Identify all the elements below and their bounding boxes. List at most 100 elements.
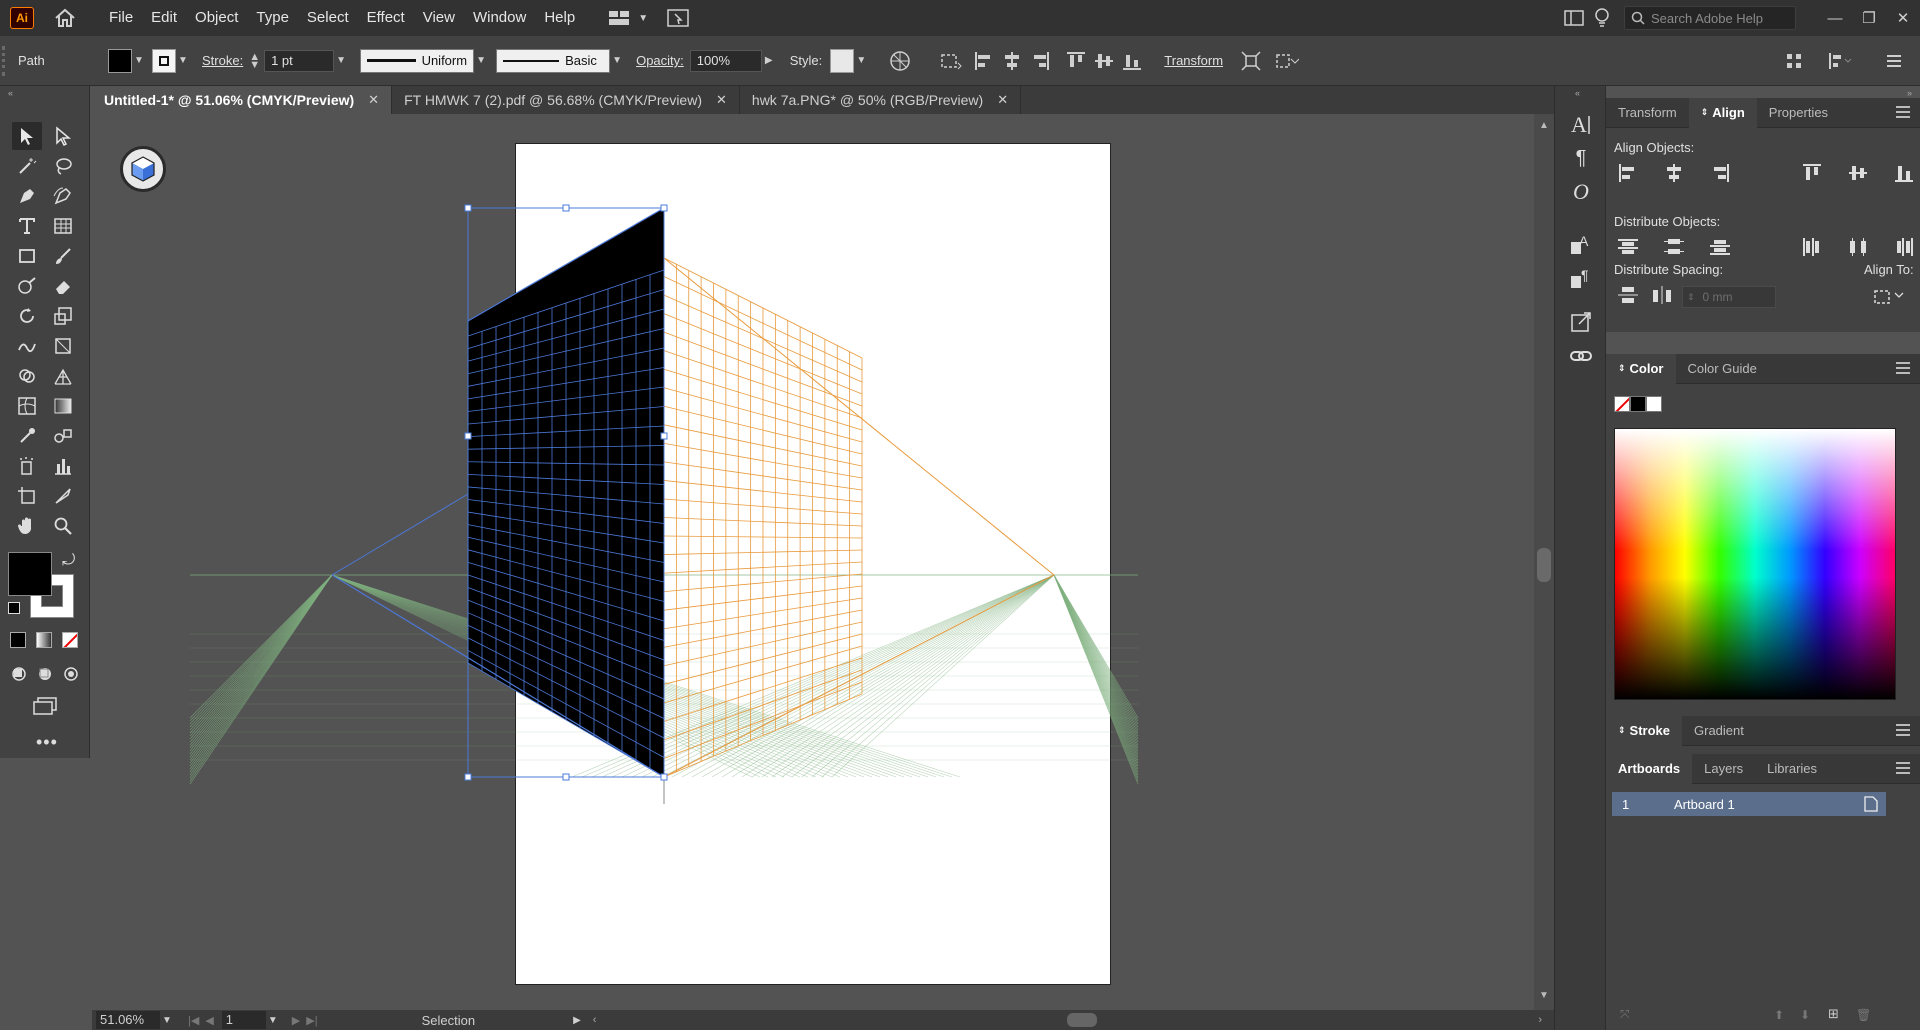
profile-chevron[interactable]: ▼ <box>474 55 488 66</box>
menu-window[interactable]: Window <box>464 0 535 36</box>
paragraph-panel-icon[interactable]: ¶ <box>1567 144 1595 172</box>
vertical-scrollbar[interactable]: ▲ ▼ <box>1534 114 1554 1010</box>
menu-help[interactable]: Help <box>535 0 584 36</box>
selection-tool-icon[interactable] <box>12 122 42 150</box>
brush-chevron[interactable]: ▼ <box>610 55 624 66</box>
gradient-tool-icon[interactable] <box>48 392 78 420</box>
opacity-arrow[interactable]: ▶ <box>762 55 776 66</box>
black-swatch[interactable] <box>1630 396 1646 412</box>
vertical-align-top-icon[interactable] <box>1798 160 1826 186</box>
stroke-swatch[interactable] <box>152 48 176 73</box>
minimize-icon[interactable]: — <box>1818 10 1852 27</box>
fill-color-swatch[interactable] <box>8 552 52 596</box>
stroke-stepper-icon[interactable]: ▲ ▼ <box>249 51 260 70</box>
menu-object[interactable]: Object <box>186 0 247 36</box>
swap-fill-stroke-icon[interactable]: ⤾ <box>62 552 75 570</box>
lasso-tool-icon[interactable] <box>48 152 78 180</box>
workspace-switcher[interactable]: ▼ <box>608 10 650 26</box>
slice-tool-icon[interactable] <box>48 482 78 510</box>
next-artboard-icon[interactable]: ▶ <box>292 1014 300 1027</box>
new-artboard-icon[interactable]: ⊞ <box>1828 1006 1839 1022</box>
eyedropper-tool-icon[interactable] <box>12 422 42 450</box>
tab-ft-hmwk-7[interactable]: FT HMWK 7 (2).pdf @ 56.68% (CMYK/Preview… <box>392 86 740 114</box>
opentype-panel-icon[interactable]: O <box>1567 178 1595 206</box>
color-spectrum[interactable] <box>1614 428 1896 700</box>
menu-effect[interactable]: Effect <box>358 0 414 36</box>
panel-menu-icon[interactable] <box>1896 362 1910 377</box>
opacity-input[interactable]: 100% <box>689 49 762 72</box>
home-icon[interactable] <box>52 6 78 30</box>
pen-tool-icon[interactable] <box>12 182 42 210</box>
spacing-input[interactable]: ⇕ 0 mm <box>1682 286 1776 308</box>
horizontal-distribute-right-icon[interactable] <box>1890 234 1918 260</box>
close-icon[interactable]: ✕ <box>1886 9 1920 27</box>
direct-selection-tool-icon[interactable] <box>48 122 78 150</box>
first-artboard-icon[interactable]: |◀ <box>188 1014 199 1027</box>
scale-tool-icon[interactable] <box>48 302 78 330</box>
horizontal-align-right-icon[interactable] <box>1706 160 1734 186</box>
menu-select[interactable]: Select <box>298 0 358 36</box>
collapse-panels-icon[interactable]: » <box>1907 88 1912 98</box>
tab-layers[interactable]: Layers <box>1692 754 1755 784</box>
tab-libraries[interactable]: Libraries <box>1755 754 1829 784</box>
tab-gradient[interactable]: Gradient <box>1682 716 1756 746</box>
none-swatch[interactable] <box>1614 396 1630 412</box>
prev-artboard-icon[interactable]: ◀ <box>205 1014 213 1027</box>
paragraph-styles-icon[interactable]: ¶ <box>1567 264 1595 292</box>
vertical-distribute-space-icon[interactable] <box>1614 282 1642 308</box>
style-swatch[interactable] <box>830 48 855 73</box>
eraser-tool-icon[interactable] <box>48 272 78 300</box>
menu-type[interactable]: Type <box>247 0 298 36</box>
type-tool-icon[interactable] <box>12 212 42 240</box>
arrange-icon[interactable] <box>1273 49 1301 73</box>
fill-swatch[interactable] <box>108 48 132 73</box>
move-down-icon[interactable]: ⬇ <box>1800 1008 1810 1022</box>
horizontal-distribute-left-icon[interactable] <box>1798 234 1826 260</box>
scroll-up-icon[interactable]: ▲ <box>1539 120 1549 131</box>
delete-artboard-icon[interactable]: 🗑 <box>1856 1008 1871 1022</box>
align-left-icon[interactable] <box>970 49 998 73</box>
expand-panels-icon[interactable]: « <box>1575 88 1580 98</box>
rectangle-tool-icon[interactable] <box>12 242 42 270</box>
stroke-weight-input[interactable]: 1 pt <box>264 49 335 72</box>
panel-menu-icon[interactable] <box>1896 106 1910 121</box>
tab-untitled-1[interactable]: Untitled-1* @ 51.06% (CMYK/Preview) ✕ <box>92 86 393 114</box>
opacity-label[interactable]: Opacity: <box>636 53 684 68</box>
control-bar-grip[interactable] <box>2 45 12 76</box>
align-to-selection-dropdown[interactable] <box>1868 282 1908 308</box>
artboard-chevron[interactable]: ▼ <box>266 1015 280 1026</box>
character-panel-icon[interactable]: A <box>1567 110 1595 138</box>
default-fill-stroke-icon[interactable] <box>8 602 20 614</box>
draw-inside-icon[interactable] <box>58 660 84 688</box>
edit-toolbar-icon[interactable]: ••• <box>36 732 58 753</box>
align-top-icon[interactable] <box>1062 49 1090 73</box>
horizontal-align-center-icon[interactable] <box>1660 160 1688 186</box>
scroll-down-icon[interactable]: ▼ <box>1539 990 1549 1001</box>
export-asset-icon[interactable] <box>1567 308 1595 336</box>
shaper-tool-icon[interactable] <box>12 272 42 300</box>
none-mode-icon[interactable] <box>62 632 78 648</box>
panel-menu-icon[interactable] <box>1896 762 1910 777</box>
menu-view[interactable]: View <box>414 0 464 36</box>
tab-align[interactable]: ⇕ Align <box>1688 97 1757 128</box>
zoom-tool-icon[interactable] <box>48 512 78 540</box>
style-chevron[interactable]: ▼ <box>854 55 868 66</box>
recolor-artwork-icon[interactable] <box>886 49 914 73</box>
zoom-chevron[interactable]: ▼ <box>160 1015 174 1026</box>
align-vcenter-icon[interactable] <box>1090 49 1118 73</box>
close-icon[interactable]: ✕ <box>368 92 379 108</box>
color-mode-icon[interactable] <box>10 632 26 648</box>
character-styles-icon[interactable]: A <box>1567 230 1595 258</box>
brush-definition[interactable]: Basic <box>496 48 611 73</box>
tab-color[interactable]: ⇕ Color <box>1606 353 1676 384</box>
blend-tool-icon[interactable] <box>48 422 78 450</box>
symbol-sprayer-tool-icon[interactable] <box>12 452 42 480</box>
menu-file[interactable]: File <box>100 0 142 36</box>
panel-menu-icon[interactable] <box>1880 49 1908 73</box>
curvature-tool-icon[interactable] <box>48 182 78 210</box>
shape-builder-tool-icon[interactable] <box>12 362 42 390</box>
horizontal-distribute-space-icon[interactable] <box>1648 282 1676 308</box>
align-hcenter-icon[interactable] <box>998 49 1026 73</box>
perspective-grid-tool-icon[interactable] <box>48 362 78 390</box>
paintbrush-tool-icon[interactable] <box>48 242 78 270</box>
